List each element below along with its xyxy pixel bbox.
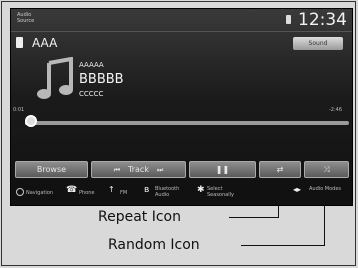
figure-frame: Audio Source 12:34 AAA Sound AAAAA BBBBB…	[1, 1, 356, 266]
radio-antenna-icon[interactable]: ↑	[108, 186, 116, 199]
next-track-icon[interactable]: ⏭	[157, 166, 163, 174]
pause-button[interactable]: ❚❚	[189, 161, 256, 178]
track-label: Track	[128, 165, 149, 174]
track-button[interactable]: ⏮ Track ⏭	[91, 161, 186, 178]
random-callout-line-vertical	[324, 182, 325, 246]
pause-icon: ❚❚	[215, 165, 230, 174]
repeat-button[interactable]: ⇄	[259, 161, 301, 178]
clock: 12:34	[298, 10, 347, 30]
sound-button[interactable]: Sound	[293, 37, 343, 50]
random-callout-line	[241, 245, 325, 246]
device-icon	[16, 37, 23, 48]
progress-bar[interactable]	[25, 121, 349, 125]
phone-shortcut[interactable]: Phone	[79, 190, 103, 202]
audio-modes-shortcut[interactable]: Audio Modes	[309, 186, 349, 198]
settings-icon[interactable]: ✱	[197, 186, 205, 199]
previous-track-icon[interactable]: ⏮	[114, 166, 120, 174]
repeat-callout-line-vertical	[278, 182, 279, 218]
phone-status-icon	[286, 15, 291, 24]
audio-screen: Audio Source 12:34 AAA Sound AAAAA BBBBB…	[10, 8, 353, 206]
album-name: BBBBB	[79, 72, 124, 87]
phone-icon[interactable]: ☎	[66, 186, 77, 199]
repeat-icon: ⇄	[276, 165, 284, 174]
progress-handle[interactable]	[25, 115, 38, 127]
navigation-shortcut[interactable]: Navigation	[26, 190, 60, 202]
browse-button[interactable]: Browse	[15, 161, 88, 178]
bluetooth-icon[interactable]: ʙ	[144, 186, 152, 199]
bottom-shortcut-bar: Navigation ☎ Phone ↑ FM ʙ Bluetooth Audi…	[11, 180, 352, 205]
elapsed-time: 0:01	[13, 107, 25, 113]
repeat-icon-annotation: Repeat Icon	[98, 209, 181, 225]
bluetooth-audio-shortcut[interactable]: Bluetooth Audio	[155, 186, 189, 198]
random-icon: ⤨	[323, 165, 330, 174]
settings-shortcut[interactable]: Select Seasonally	[207, 186, 243, 198]
device-name: AAA	[32, 36, 58, 50]
random-icon-annotation: Random Icon	[108, 237, 200, 253]
audio-modes-icon[interactable]: ◂▸	[293, 186, 303, 199]
navigation-icon[interactable]	[16, 188, 24, 196]
random-button[interactable]: ⤨	[304, 161, 349, 178]
remaining-time: -2:46	[329, 107, 343, 113]
header-divider	[11, 31, 352, 32]
artist-name: AAAAA	[79, 61, 104, 69]
fm-shortcut[interactable]: FM	[120, 190, 136, 202]
repeat-callout-line	[229, 217, 279, 218]
track-title: CCCCC	[79, 90, 104, 98]
audio-source-label: Audio Source	[17, 12, 35, 24]
music-note-icon	[37, 57, 73, 99]
